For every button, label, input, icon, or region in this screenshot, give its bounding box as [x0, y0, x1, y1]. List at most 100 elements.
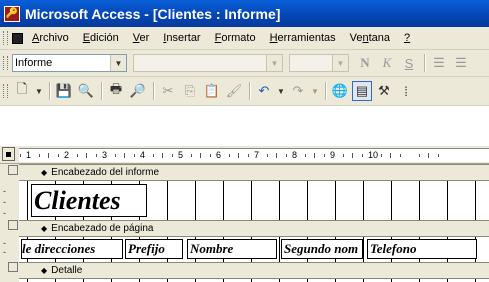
- column-label[interactable]: le direcciones: [21, 239, 123, 259]
- ruler-number: 5: [178, 150, 184, 160]
- format-toolbar-grip[interactable]: [3, 56, 8, 70]
- menu-edicion[interactable]: Edición: [83, 32, 119, 44]
- redo-icon[interactable]: ↷: [288, 81, 308, 101]
- menubar-grip[interactable]: [3, 31, 8, 45]
- toolbox-icon[interactable]: ⚒: [374, 81, 394, 101]
- report-selector[interactable]: [2, 147, 15, 161]
- report-header-grid[interactable]: Clientes: [19, 181, 489, 220]
- ruler-number: 8: [292, 150, 298, 160]
- print-icon[interactable]: 🖶: [106, 81, 126, 101]
- ruler-tick: [86, 153, 87, 158]
- menu-archivo-label: rchivo: [39, 32, 69, 44]
- ruler-tick: [48, 153, 49, 158]
- field-list-icon[interactable]: ▤: [352, 81, 372, 101]
- section-selector[interactable]: [8, 220, 18, 230]
- chevron-down-icon[interactable]: ▼: [34, 81, 44, 101]
- vertical-ruler: - - - - -: [0, 164, 20, 282]
- ruler-number: 10: [368, 150, 379, 160]
- ruler-tick: [171, 154, 173, 157]
- chevron-down-icon[interactable]: ▼: [310, 81, 320, 101]
- view-icon[interactable]: 🗋: [12, 81, 32, 101]
- section-selector[interactable]: [8, 165, 18, 175]
- toolbar-separator: [325, 82, 327, 100]
- section-detail-bar[interactable]: ◆ Detalle: [19, 262, 489, 279]
- toolbar-separator: [49, 82, 51, 100]
- section-report-header-bar[interactable]: ◆ Encabezado del informe: [19, 164, 489, 181]
- chevron-down-icon[interactable]: ▼: [266, 55, 282, 71]
- ruler-tick: [352, 153, 353, 158]
- font-combo[interactable]: ▼: [133, 54, 283, 72]
- report-document-icon[interactable]: [12, 32, 23, 44]
- object-combo-value: Informe: [15, 57, 53, 69]
- ruler-tick: [342, 154, 344, 157]
- menu-archivo[interactable]: Archivo: [32, 32, 69, 44]
- ruler-tick: [76, 154, 78, 157]
- ruler-number: 9: [330, 150, 336, 160]
- column-label[interactable]: Prefijo: [125, 239, 183, 259]
- formatting-toolbar: Informe ▼ ▼ ▼ N K S ☰ ☰: [0, 50, 489, 77]
- menu-formato[interactable]: Formato: [215, 32, 256, 44]
- vruler-mark: -: [3, 208, 6, 218]
- object-combo[interactable]: Informe ▼: [12, 54, 127, 72]
- vruler-mark: -: [3, 186, 6, 196]
- ruler-tick: [152, 154, 154, 157]
- ruler-tick: [390, 153, 391, 158]
- section-selector[interactable]: [8, 262, 18, 272]
- ruler-tick: [162, 153, 163, 158]
- align-center-icon[interactable]: ☰: [451, 53, 471, 73]
- save-icon[interactable]: 💾: [54, 81, 74, 101]
- design-toolbar-grip[interactable]: [3, 84, 8, 98]
- toolbar-separator: [424, 54, 426, 72]
- horizontal-ruler: 1 2 3 4 5 6 7 8 9 10: [0, 146, 489, 164]
- ruler-tick: [133, 154, 135, 157]
- align-left-icon[interactable]: ☰: [429, 53, 449, 73]
- copy-icon[interactable]: ⎘: [180, 81, 200, 101]
- font-size-combo[interactable]: ▼: [289, 54, 349, 72]
- section-page-header-bar[interactable]: ◆ Encabezado de página: [19, 220, 489, 237]
- ruler-tick: [200, 153, 201, 158]
- sorting-grouping-icon[interactable]: ⁞: [396, 81, 416, 101]
- menu-insertar-label: nsertar: [166, 32, 201, 44]
- format-painter-icon[interactable]: 🖌: [224, 81, 244, 101]
- chevron-down-icon[interactable]: ▼: [276, 81, 286, 101]
- menu-herramientas[interactable]: Herramientas: [270, 32, 336, 44]
- ruler-tick: [266, 154, 268, 157]
- ruler-tick: [437, 154, 439, 157]
- chevron-down-icon[interactable]: ▼: [332, 55, 348, 71]
- menu-herramientas-mnemonic: H: [269, 32, 278, 44]
- hyperlink-icon[interactable]: 🌐: [330, 81, 350, 101]
- ruler-tick: [399, 154, 401, 157]
- report-design-surface: 1 2 3 4 5 6 7 8 9 10 - - - - - ◆ Encabezado del i…: [0, 146, 489, 282]
- menu-insertar[interactable]: Insertar: [163, 32, 200, 44]
- section-arrow-icon: ◆: [41, 168, 48, 177]
- menu-ver[interactable]: Ver: [133, 32, 150, 44]
- page-header-grid[interactable]: le direcciones Prefijo Nombre Segundo no…: [19, 237, 489, 262]
- column-label[interactable]: Telefono: [367, 239, 477, 259]
- access-app-icon[interactable]: 🔑: [4, 5, 20, 22]
- report-design-toolbar: 🗋 ▼ 💾 🔍 🖶 🔎 ✂ ⎘ 📋 🖌 ↶ ▼ ↷ ▼ 🌐 ▤ ⚒ ⁞: [0, 77, 489, 106]
- ruler-number: 7: [254, 150, 260, 160]
- column-label[interactable]: Segundo nom: [281, 239, 363, 259]
- search-file-icon[interactable]: 🔍: [76, 81, 96, 101]
- italic-button[interactable]: K: [377, 53, 397, 73]
- ruler-tick: [361, 154, 363, 157]
- toolbar-separator: [101, 82, 103, 100]
- menu-ayuda[interactable]: ?: [404, 32, 410, 44]
- print-preview-icon[interactable]: 🔎: [128, 81, 148, 101]
- menu-ventana[interactable]: Ventana: [350, 32, 390, 44]
- window-title: Microsoft Access - [Clientes : Informe]: [25, 5, 281, 22]
- title-bar: 🔑 Microsoft Access - [Clientes : Informe…: [0, 0, 489, 27]
- cut-icon[interactable]: ✂: [158, 81, 178, 101]
- bold-button[interactable]: N: [355, 53, 375, 73]
- underline-button[interactable]: S: [399, 53, 419, 73]
- ruler-tick: [238, 153, 239, 158]
- chevron-down-icon[interactable]: ▼: [110, 55, 126, 71]
- ruler-tick: [418, 154, 420, 157]
- section-arrow-icon: ◆: [41, 224, 48, 233]
- undo-icon[interactable]: ↶: [254, 81, 274, 101]
- paste-icon[interactable]: 📋: [202, 81, 222, 101]
- menu-ver-label: er: [139, 32, 150, 44]
- report-title-label[interactable]: Clientes: [31, 184, 147, 217]
- column-label[interactable]: Nombre: [187, 239, 277, 259]
- menu-ventana-prefix: Ve: [349, 32, 363, 44]
